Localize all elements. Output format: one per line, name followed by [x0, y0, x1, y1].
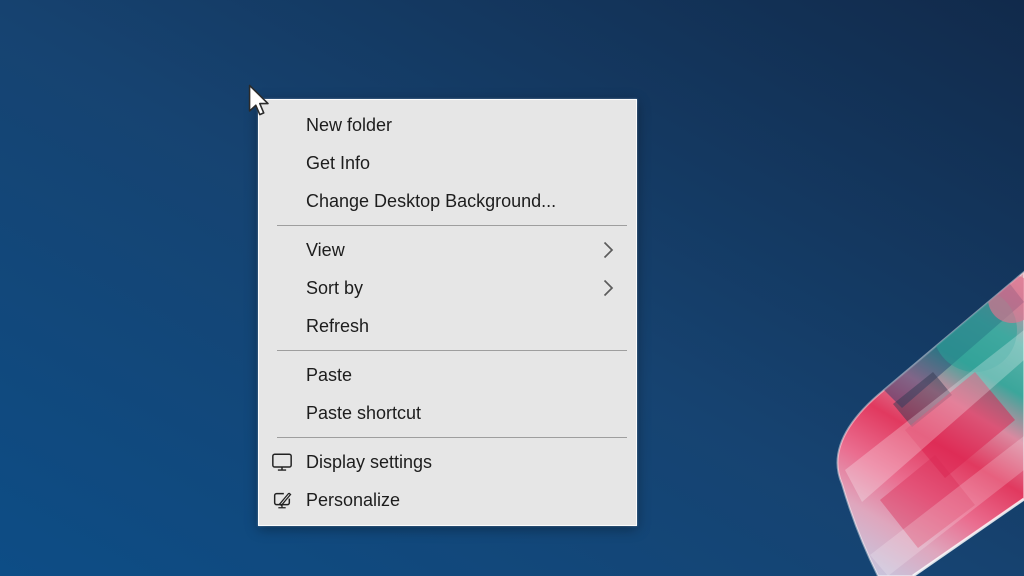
menu-item-label: Personalize [306, 489, 401, 510]
menu-item-label: Get Info [306, 152, 371, 173]
personalize-icon [270, 488, 294, 512]
menu-item-new-folder[interactable]: New folder [259, 106, 636, 144]
menu-item-refresh[interactable]: Refresh [259, 307, 636, 345]
menu-item-label: Paste [306, 364, 353, 385]
menu-item-label: New folder [306, 114, 393, 135]
menu-item-label: Change Desktop Background... [306, 190, 557, 211]
menu-item-label: Refresh [306, 315, 370, 336]
menu-item-sort-by[interactable]: Sort by [259, 269, 636, 307]
menu-separator [277, 350, 627, 351]
chevron-right-icon [603, 241, 614, 259]
menu-item-change-desktop-background[interactable]: Change Desktop Background... [259, 182, 636, 220]
menu-item-label: Display settings [306, 451, 433, 472]
menu-separator [277, 225, 627, 226]
menu-item-display-settings[interactable]: Display settings [259, 443, 636, 481]
glass-prism-body [836, 270, 1024, 576]
menu-item-label: Sort by [306, 277, 364, 298]
menu-item-paste[interactable]: Paste [259, 356, 636, 394]
menu-item-label: View [306, 239, 345, 260]
desktop-background[interactable]: New folder Get Info Change Desktop Backgro… [0, 0, 1024, 576]
menu-separator [277, 437, 627, 438]
context-menu: New folder Get Info Change Desktop Backgro… [258, 99, 637, 526]
menu-item-personalize[interactable]: Personalize [259, 481, 636, 519]
display-settings-icon [270, 450, 294, 474]
menu-item-get-info[interactable]: Get Info [259, 144, 636, 182]
menu-item-view[interactable]: View [259, 231, 636, 269]
menu-item-label: Paste shortcut [306, 402, 422, 423]
chevron-right-icon [603, 279, 614, 297]
menu-item-paste-shortcut[interactable]: Paste shortcut [259, 394, 636, 432]
